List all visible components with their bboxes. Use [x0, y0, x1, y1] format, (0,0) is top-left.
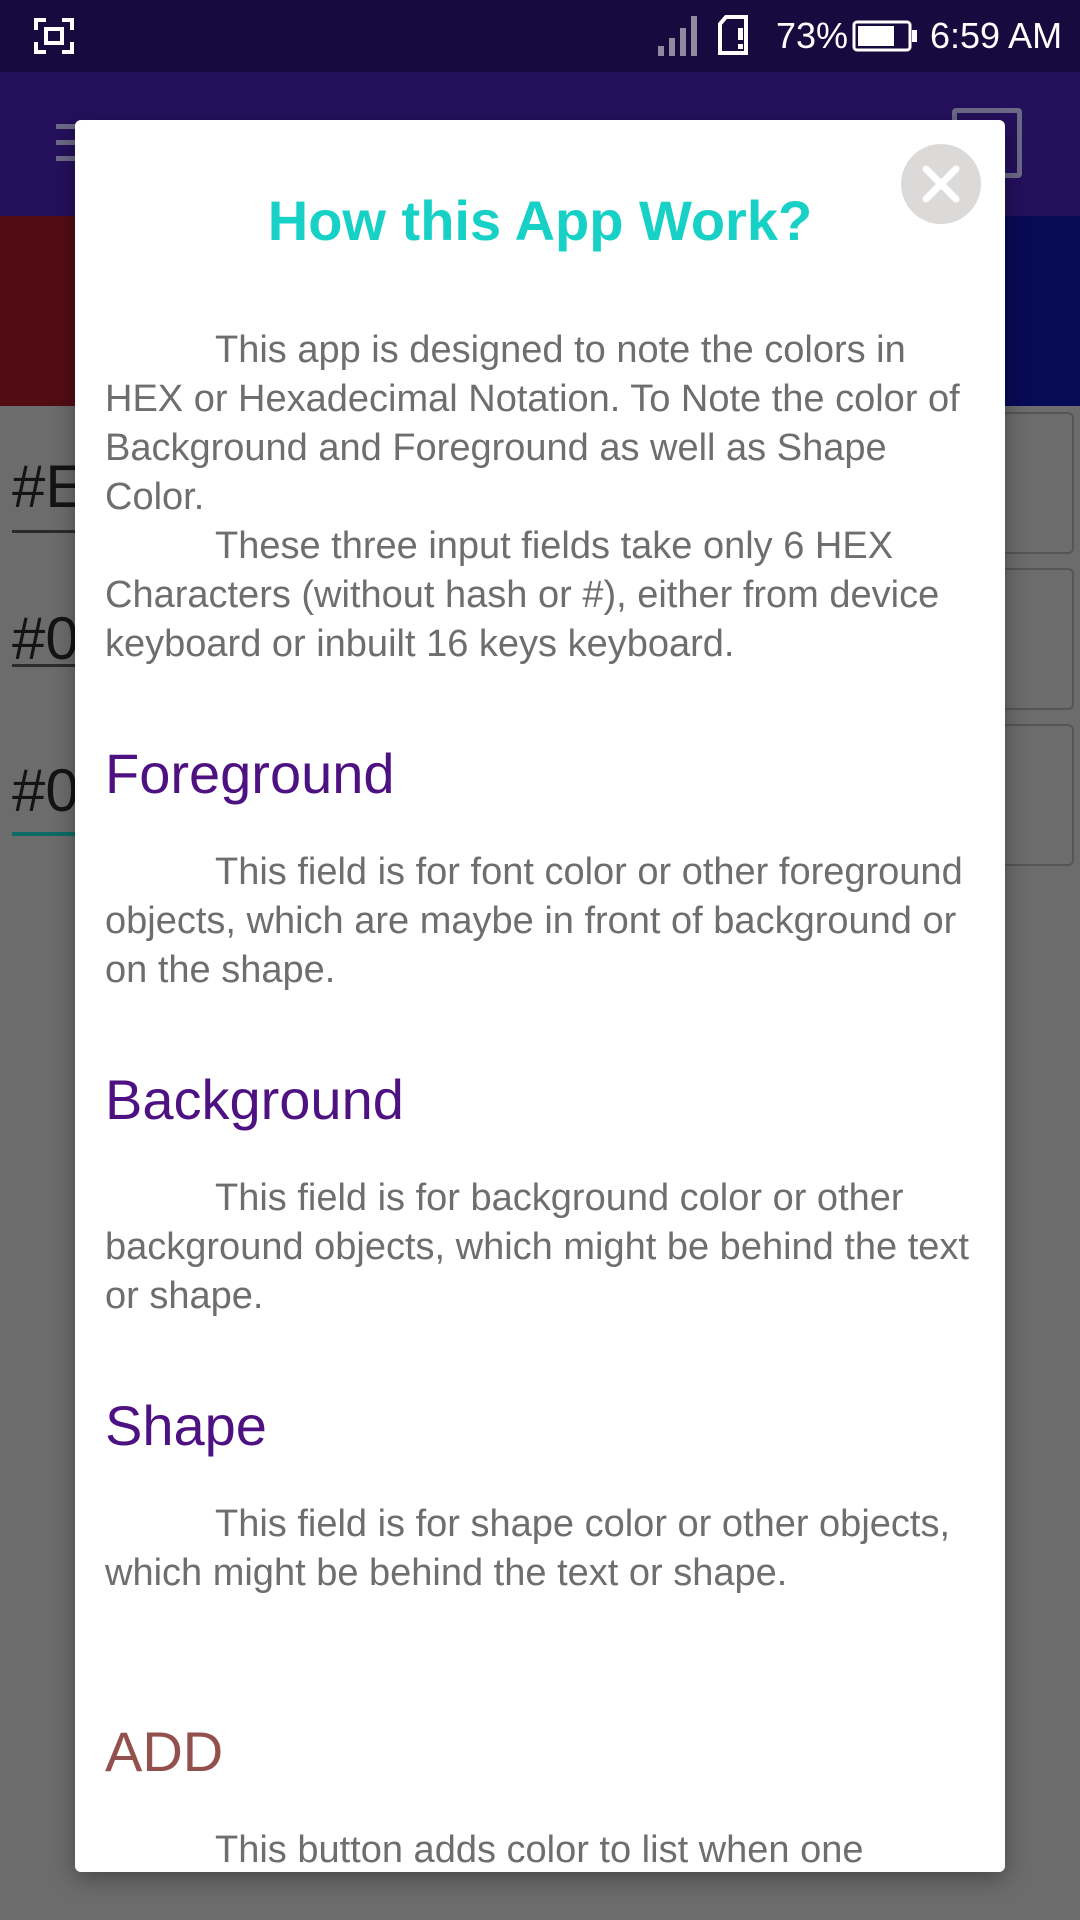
intro-text: This app is designed to note the colors …	[105, 326, 985, 669]
signal-icon	[658, 16, 697, 56]
intro-paragraph-2: These three input fields take only 6 HEX…	[105, 525, 940, 665]
close-button[interactable]	[901, 144, 981, 224]
section-text: This field is for background color or ot…	[105, 1177, 969, 1317]
input-underline	[12, 664, 82, 667]
section-text-shape: This field is for shape color or other o…	[105, 1500, 985, 1598]
section-text-foreground: This field is for font color or other fo…	[105, 848, 985, 995]
dialog-title: How this App Work?	[267, 189, 813, 252]
section-heading-foreground: Foreground	[105, 742, 395, 805]
intro-paragraph-1: This app is designed to note the colors …	[105, 329, 960, 518]
section-heading-shape: Shape	[105, 1394, 267, 1457]
help-dialog: How this App Work? This app is designed …	[75, 120, 1005, 1872]
section-text-background: This field is for background color or ot…	[105, 1174, 985, 1321]
sim-icon	[718, 15, 748, 55]
close-icon	[922, 165, 960, 203]
side-button[interactable]	[1000, 724, 1074, 866]
section-heading-add: ADD	[105, 1720, 224, 1783]
side-button[interactable]	[1000, 412, 1074, 554]
side-button[interactable]	[1000, 568, 1074, 710]
input-underline	[12, 530, 82, 533]
screenshot-icon	[34, 18, 74, 54]
section-text: This field is for font color or other fo…	[105, 851, 963, 991]
section-text: This field is for shape color or other o…	[105, 1503, 951, 1594]
clock: 6:59 AM	[930, 15, 1063, 56]
battery-percentage: 73%	[776, 15, 849, 56]
section-heading-background: Background	[105, 1068, 404, 1131]
section-text-add: This button adds color to list when one	[105, 1826, 985, 1872]
status-bar: 73% 6:59 AM	[0, 0, 1080, 72]
input-underline	[12, 832, 82, 836]
battery-icon	[852, 20, 917, 52]
section-text: This button adds color to list when one	[215, 1829, 864, 1871]
